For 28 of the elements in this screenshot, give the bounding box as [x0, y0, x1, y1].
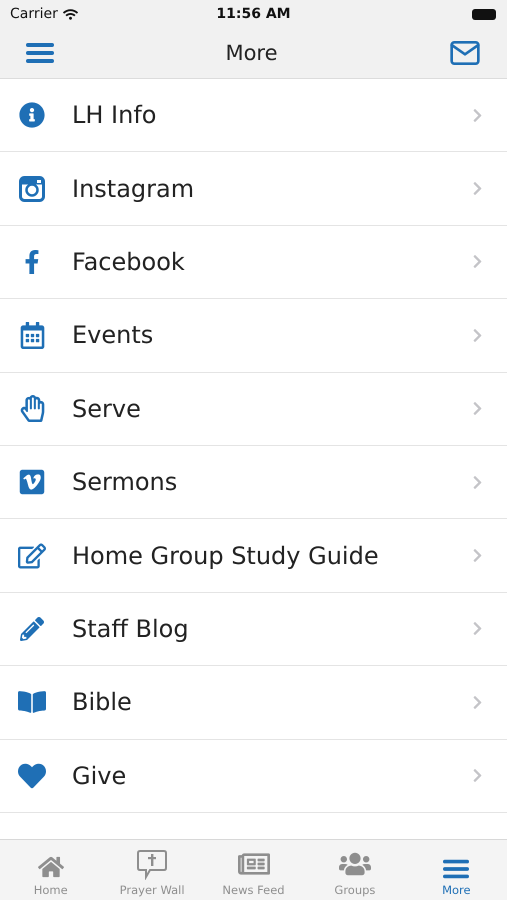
- clock-time: 11:56 AM: [216, 6, 291, 22]
- menu-item[interactable]: Home Group Study Guide: [0, 519, 507, 593]
- menu-item[interactable]: Staff Blog: [0, 592, 507, 666]
- edit-icon: [18, 542, 46, 570]
- carrier-name: Carrier: [10, 6, 58, 22]
- wifi-icon: [62, 6, 78, 22]
- camera-icon: [19, 176, 45, 202]
- menu-item[interactable]: Bible: [0, 666, 507, 740]
- menu-item[interactable]: Serve: [0, 372, 507, 446]
- menu-item[interactable]: Facebook: [0, 226, 507, 300]
- menu-button[interactable]: [26, 42, 54, 64]
- calendar-icon: [18, 322, 46, 349]
- hand-icon: [18, 395, 46, 422]
- menu-item[interactable]: Give: [0, 740, 507, 813]
- speech-bubble-cross-icon: [136, 848, 168, 880]
- menu-item[interactable]: Events: [0, 299, 507, 373]
- home-icon: [38, 854, 64, 880]
- tab-bar-item[interactable]: More: [406, 840, 507, 900]
- battery-icon: [472, 8, 496, 20]
- menu-item[interactable]: LH Info: [0, 79, 507, 152]
- menu-item[interactable]: Instagram: [0, 152, 507, 226]
- page-title: More: [225, 41, 278, 65]
- menu-icon: [443, 858, 470, 880]
- info-icon: [19, 102, 45, 128]
- heart-icon: [18, 762, 46, 790]
- vimeo-icon: [18, 468, 46, 496]
- pencil-icon: [20, 616, 44, 641]
- menu-item[interactable]: Sermons: [0, 446, 507, 520]
